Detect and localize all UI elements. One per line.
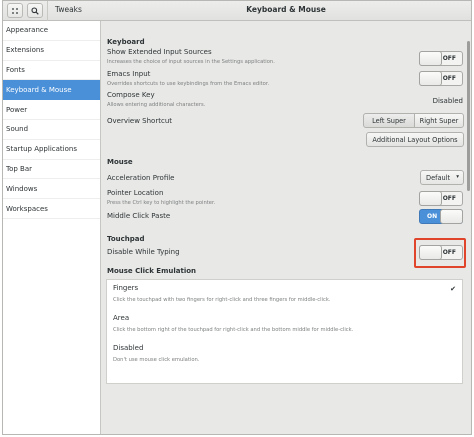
app-title: Tweaks — [55, 5, 82, 14]
emacs-input-switch[interactable]: OFF — [419, 71, 463, 86]
switch-state: OFF — [442, 55, 456, 62]
touchpad-section-title: Touchpad — [107, 235, 145, 243]
scrollbar[interactable] — [467, 41, 470, 191]
compose-key-label: Compose Key — [107, 91, 155, 99]
dropdown-value: Default — [426, 174, 451, 182]
emacs-input-label: Emacs Input — [107, 70, 151, 78]
option-desc: Click the touchpad with two fingers for … — [113, 297, 331, 303]
extended-input-sources-label: Show Extended Input Sources — [107, 48, 212, 56]
sidebar-item-windows[interactable]: Windows — [3, 179, 100, 200]
overview-shortcut-label: Overview Shortcut — [107, 117, 172, 125]
switch-state: OFF — [442, 75, 456, 82]
middle-click-paste-switch[interactable]: ON — [419, 209, 463, 224]
sidebar-item-fonts[interactable]: Fonts — [3, 61, 100, 81]
menu-icon — [12, 7, 18, 14]
click-emulation-option-area[interactable]: Area Click the bottom right of the touch… — [107, 310, 462, 340]
sidebar-item-extensions[interactable]: Extensions — [3, 41, 100, 61]
sidebar-item-power[interactable]: Power — [3, 100, 100, 120]
switch-knob — [419, 71, 442, 86]
chevron-down-icon: ▾ — [456, 174, 459, 180]
sidebar-item-top-bar[interactable]: Top Bar — [3, 160, 100, 180]
option-desc: Click the bottom right of the touchpad f… — [113, 327, 354, 333]
pointer-location-label: Pointer Location — [107, 189, 164, 197]
extended-input-sources-switch[interactable]: OFF — [419, 51, 463, 66]
sidebar: Appearance Extensions Fonts Keyboard & M… — [3, 21, 100, 434]
sidebar-item-sound[interactable]: Sound — [3, 120, 100, 140]
left-super-button[interactable]: Left Super — [363, 113, 415, 128]
switch-knob — [419, 51, 442, 66]
sidebar-item-appearance[interactable]: Appearance — [3, 21, 100, 41]
option-label: Disabled — [113, 344, 144, 352]
keyboard-section-title: Keyboard — [107, 38, 145, 46]
switch-state: ON — [427, 213, 438, 220]
header-bar: Tweaks Keyboard & Mouse — [3, 1, 471, 21]
option-label: Area — [113, 314, 130, 322]
switch-knob — [440, 209, 463, 224]
page-title: Keyboard & Mouse — [246, 5, 326, 14]
tweaks-window: Tweaks Keyboard & Mouse Appearance Exten… — [2, 0, 472, 435]
click-emulation-list: Fingers Click the touchpad with two fing… — [106, 279, 463, 384]
mouse-section-title: Mouse — [107, 158, 133, 166]
highlight-box — [414, 238, 466, 268]
extended-input-sources-desc: Increases the choice of input sources in… — [107, 59, 275, 65]
acceleration-profile-dropdown[interactable]: Default ▾ — [420, 170, 464, 185]
pointer-location-desc: Press the Ctrl key to highlight the poin… — [107, 200, 216, 206]
disable-while-typing-label: Disable While Typing — [107, 248, 180, 256]
menu-button[interactable] — [7, 3, 23, 18]
switch-knob — [419, 191, 442, 206]
click-emulation-section-title: Mouse Click Emulation — [107, 267, 197, 275]
click-emulation-option-fingers[interactable]: Fingers Click the touchpad with two fing… — [107, 280, 462, 310]
option-desc: Don't use mouse click emulation. — [113, 357, 200, 363]
option-label: Fingers — [113, 284, 139, 292]
right-super-button[interactable]: Right Super — [414, 113, 464, 128]
sidebar-item-startup-applications[interactable]: Startup Applications — [3, 140, 100, 160]
search-button[interactable] — [27, 3, 43, 18]
switch-state: OFF — [442, 195, 456, 202]
additional-layout-options-button[interactable]: Additional Layout Options — [366, 132, 464, 147]
acceleration-profile-label: Acceleration Profile — [107, 174, 175, 182]
sidebar-item-workspaces[interactable]: Workspaces — [3, 199, 100, 219]
compose-key-desc: Allows entering additional characters. — [107, 102, 206, 108]
middle-click-paste-label: Middle Click Paste — [107, 212, 171, 220]
search-icon — [31, 6, 39, 15]
compose-key-value[interactable]: Disabled — [433, 97, 463, 105]
sidebar-item-keyboard-mouse[interactable]: Keyboard & Mouse — [3, 80, 100, 101]
click-emulation-option-disabled[interactable]: Disabled Don't use mouse click emulation… — [107, 340, 462, 370]
header-separator — [47, 1, 48, 21]
pointer-location-switch[interactable]: OFF — [419, 191, 463, 206]
settings-panel: Keyboard Show Extended Input Sources Inc… — [101, 21, 471, 434]
emacs-input-desc: Overrides shortcuts to use keybindings f… — [107, 81, 270, 87]
check-icon: ✔ — [450, 285, 456, 293]
